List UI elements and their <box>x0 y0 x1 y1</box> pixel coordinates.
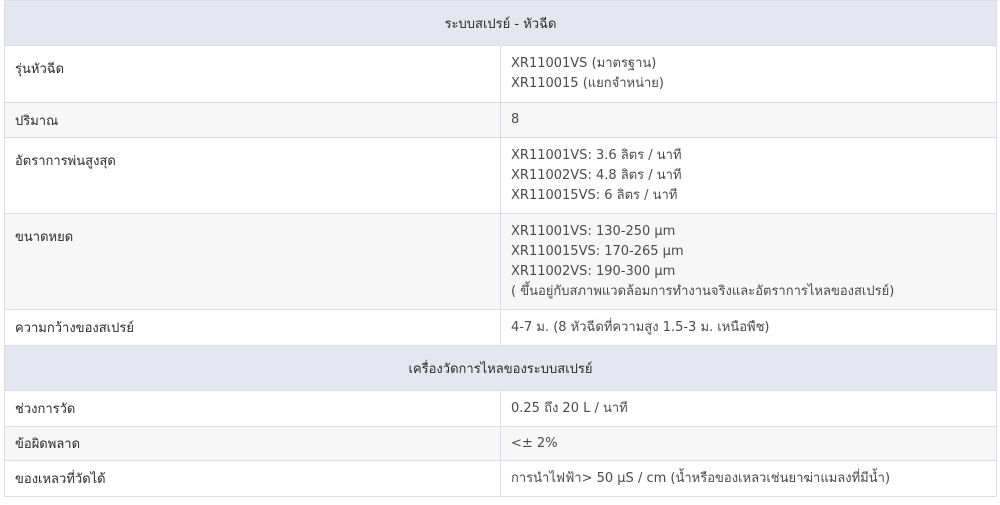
row-value-measurable-liquid: การนำไฟฟ้า> 50 μS / cm (น้ำหรือของเหลวเช… <box>500 460 997 497</box>
table-row: ปริมาณ 8 <box>4 102 997 138</box>
row-value-quantity: 8 <box>500 102 997 138</box>
value-line: XR11002VS: 4.8 ลิตร / นาที <box>511 167 682 183</box>
table-row: ความกว้างของสเปรย์ 4-7 ม. (8 หัวฉีดที่คว… <box>4 309 997 346</box>
value-line: 8 <box>511 112 520 127</box>
section-title: ระบบสเปรย์ - หัวฉีด <box>4 0 997 46</box>
row-value-droplet-size: XR11001VS: 130-250 μm XR110015VS: 170-26… <box>500 213 997 310</box>
row-label-measurable-liquid: ของเหลวที่วัดได้ <box>4 460 501 497</box>
section-header-spray-nozzle: ระบบสเปรย์ - หัวฉีด <box>4 0 997 46</box>
value-line: XR110015 (แยกจำหน่าย) <box>511 76 664 91</box>
value-line: XR110015VS: 6 ลิตร / นาที <box>511 187 678 203</box>
row-value-spray-width: 4-7 ม. (8 หัวฉีดที่ความสูง 1.5-3 ม. เหนื… <box>500 309 997 346</box>
value-line: 0.25 ถึง 20 L / นาที <box>511 400 628 416</box>
row-label-quantity: ปริมาณ <box>4 102 501 138</box>
value-line: XR11001VS: 130-250 μm <box>511 223 676 239</box>
row-label-droplet-size: ขนาดหยด <box>4 213 501 310</box>
value-line: <± 2% <box>511 435 558 451</box>
table-row: รุ่นหัวฉีด XR11001VS (มาตรฐาน) XR110015 … <box>4 45 997 103</box>
value-line: XR11002VS: 190-300 μm <box>511 263 676 279</box>
value-line: ( ขึ้นอยู่กับสภาพแวดล้อมการทำงานจริงและอ… <box>511 283 895 299</box>
value-line: XR11001VS: 3.6 ลิตร / นาที <box>511 147 682 163</box>
value-line: XR110015VS: 170-265 μm <box>511 243 684 259</box>
row-value-measurement-range: 0.25 ถึง 20 L / นาที <box>500 390 997 427</box>
table-row: ของเหลวที่วัดได้ การนำไฟฟ้า> 50 μS / cm … <box>4 460 997 497</box>
table-row: อัตราการพ่นสูงสุด XR11001VS: 3.6 ลิตร / … <box>4 137 997 214</box>
row-label-spray-width: ความกว้างของสเปรย์ <box>4 309 501 346</box>
row-label-nozzle-model: รุ่นหัวฉีด <box>4 45 501 103</box>
row-value-max-spray-rate: XR11001VS: 3.6 ลิตร / นาที XR11002VS: 4.… <box>500 137 997 214</box>
table-row: ช่วงการวัด 0.25 ถึง 20 L / นาที <box>4 390 997 427</box>
table-row: ข้อผิดพลาด <± 2% <box>4 426 997 461</box>
row-label-max-spray-rate: อัตราการพ่นสูงสุด <box>4 137 501 214</box>
section-header-flow-meter: เครื่องวัดการไหลของระบบสเปรย์ <box>4 345 997 391</box>
section-title: เครื่องวัดการไหลของระบบสเปรย์ <box>4 345 997 391</box>
row-value-nozzle-model: XR11001VS (มาตรฐาน) XR110015 (แยกจำหน่าย… <box>500 45 997 103</box>
row-label-error: ข้อผิดพลาด <box>4 426 501 461</box>
value-line: XR11001VS (มาตรฐาน) <box>511 56 657 71</box>
value-line: 4-7 ม. (8 หัวฉีดที่ความสูง 1.5-3 ม. เหนื… <box>511 319 770 335</box>
table-row: ขนาดหยด XR11001VS: 130-250 μm XR110015VS… <box>4 213 997 310</box>
row-label-measurement-range: ช่วงการวัด <box>4 390 501 427</box>
row-value-error: <± 2% <box>500 426 997 461</box>
value-line: การนำไฟฟ้า> 50 μS / cm (น้ำหรือของเหลวเช… <box>511 470 891 486</box>
spec-table: ระบบสเปรย์ - หัวฉีด รุ่นหัวฉีด XR11001VS… <box>4 0 997 497</box>
